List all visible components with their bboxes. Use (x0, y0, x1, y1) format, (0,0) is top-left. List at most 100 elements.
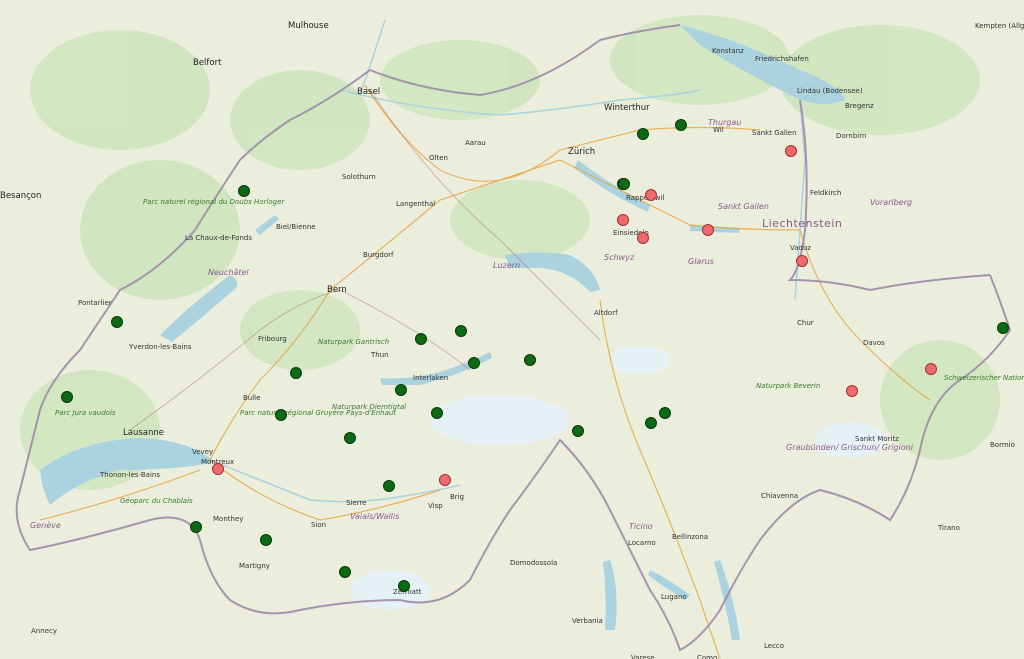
map-label: Pontarlier (78, 299, 112, 307)
map-label: Wil (713, 126, 724, 134)
map-label: Thonon-les-Bains (100, 471, 160, 479)
map-label: Langenthal (396, 200, 436, 208)
map-label: Biel/Bienne (276, 223, 316, 231)
green-map-marker[interactable] (468, 357, 480, 369)
map-label: Lindau (Bodensee) (797, 87, 863, 95)
map-label: Tirano (938, 524, 960, 532)
map-label: Davos (863, 339, 885, 347)
map-label: Dornbirn (836, 132, 867, 140)
map-label: Sankt Gallen (718, 202, 769, 211)
map-label: Zürich (568, 147, 596, 157)
map-label: Genève (30, 521, 61, 530)
red-map-marker[interactable] (702, 224, 714, 236)
green-map-marker[interactable] (455, 325, 467, 337)
map-label: Vorarlberg (870, 198, 912, 207)
red-map-marker[interactable] (212, 463, 224, 475)
green-map-marker[interactable] (572, 425, 584, 437)
red-map-marker[interactable] (925, 363, 937, 375)
green-map-marker[interactable] (339, 566, 351, 578)
map-label: Neuchâtel (208, 268, 249, 277)
red-map-marker[interactable] (796, 255, 808, 267)
map-label: Géoparc du Chablais (120, 497, 193, 505)
map-label: Interlaken (413, 374, 449, 382)
map-label: Chur (797, 319, 814, 327)
green-map-marker[interactable] (997, 322, 1009, 334)
map-label: Bormio (990, 441, 1015, 449)
map-label: Liechtenstein (762, 217, 843, 230)
green-map-marker[interactable] (398, 580, 410, 592)
map-label: Thun (371, 351, 389, 359)
green-map-marker[interactable] (275, 409, 287, 421)
map-label: Schwyz (604, 253, 635, 262)
red-map-marker[interactable] (637, 232, 649, 244)
map-label: Chiavenna (761, 492, 799, 500)
map-label: Solothurn (342, 173, 376, 181)
map-label: Como (697, 654, 718, 659)
red-map-marker[interactable] (645, 189, 657, 201)
green-map-marker[interactable] (190, 521, 202, 533)
map-label: Sion (311, 521, 327, 529)
map-label: Parc naturel régional Gruyère Pays-d'Enh… (240, 409, 397, 417)
map-label: Burgdorf (363, 251, 394, 259)
map-label: Fribourg (258, 335, 287, 343)
map-label: Mulhouse (288, 21, 329, 31)
map-label: Konstanz (712, 47, 744, 55)
lake-como (714, 560, 740, 640)
map-label: Lugano (661, 593, 687, 601)
green-map-marker[interactable] (675, 119, 687, 131)
green-map-marker[interactable] (290, 367, 302, 379)
green-map-marker[interactable] (344, 432, 356, 444)
map-label: Brig (450, 493, 465, 501)
map-canvas[interactable]: Mulhouse Basel Bern Zürich Lausanne Liechtens… (0, 0, 1024, 659)
map-label: Winterthur (604, 103, 650, 113)
green-map-marker[interactable] (645, 417, 657, 429)
map-label: Belfort (193, 58, 222, 68)
map-label: Lausanne (123, 428, 164, 438)
red-map-marker[interactable] (846, 385, 858, 397)
map-label: Naturpark Beverin (756, 382, 821, 390)
map-label: Kempten (Allgäu) (975, 22, 1024, 30)
green-map-marker[interactable] (431, 407, 443, 419)
red-map-marker[interactable] (617, 214, 629, 226)
map-label: Annecy (31, 627, 57, 635)
map-label: Yverdon-les-Bains (129, 343, 192, 351)
map-label: Ticino (629, 522, 653, 531)
green-map-marker[interactable] (618, 178, 630, 190)
green-map-marker[interactable] (395, 384, 407, 396)
map-label: Monthey (213, 515, 244, 523)
green-map-marker[interactable] (111, 316, 123, 328)
green-map-marker[interactable] (659, 407, 671, 419)
map-label: Altdorf (594, 309, 618, 317)
map-label: Parc naturel régional du Doubs Horloger (143, 198, 285, 206)
map-label: Valais/Wallis (350, 512, 400, 521)
map-label: Feldkirch (810, 189, 842, 197)
red-map-marker[interactable] (785, 145, 797, 157)
map-label: Friedrichshafen (755, 55, 809, 63)
map-label: Schweizerischer Nationalpark (944, 374, 1024, 382)
green-map-marker[interactable] (383, 480, 395, 492)
map-label: La Chaux-de-Fonds (185, 234, 252, 242)
map-label: Luzern (493, 261, 521, 270)
map-label: Graubünden/ Grischun/ Grigioni (786, 443, 913, 452)
map-label: Varese (631, 654, 655, 659)
map-label: Sankt Moritz (855, 435, 899, 443)
green-map-marker[interactable] (238, 185, 250, 197)
map-label: Naturpark Gantrisch (318, 338, 390, 346)
green-map-marker[interactable] (637, 128, 649, 140)
map-label: Aarau (465, 139, 486, 147)
green-map-marker[interactable] (61, 391, 73, 403)
red-map-marker[interactable] (439, 474, 451, 486)
map-label: Bern (327, 285, 347, 295)
map-label: Martigny (239, 562, 270, 570)
lake-lucerne (505, 252, 600, 292)
green-map-marker[interactable] (415, 333, 427, 345)
map-label: Olten (429, 154, 448, 162)
lake-maggiore (603, 560, 617, 630)
map-label: Sankt Gallen (752, 129, 797, 137)
map-label: Bregenz (845, 102, 874, 110)
map-label: Verbania (572, 617, 603, 625)
green-map-marker[interactable] (524, 354, 536, 366)
map-label: Bulle (243, 394, 261, 402)
green-map-marker[interactable] (260, 534, 272, 546)
map-label: Glarus (688, 257, 714, 266)
